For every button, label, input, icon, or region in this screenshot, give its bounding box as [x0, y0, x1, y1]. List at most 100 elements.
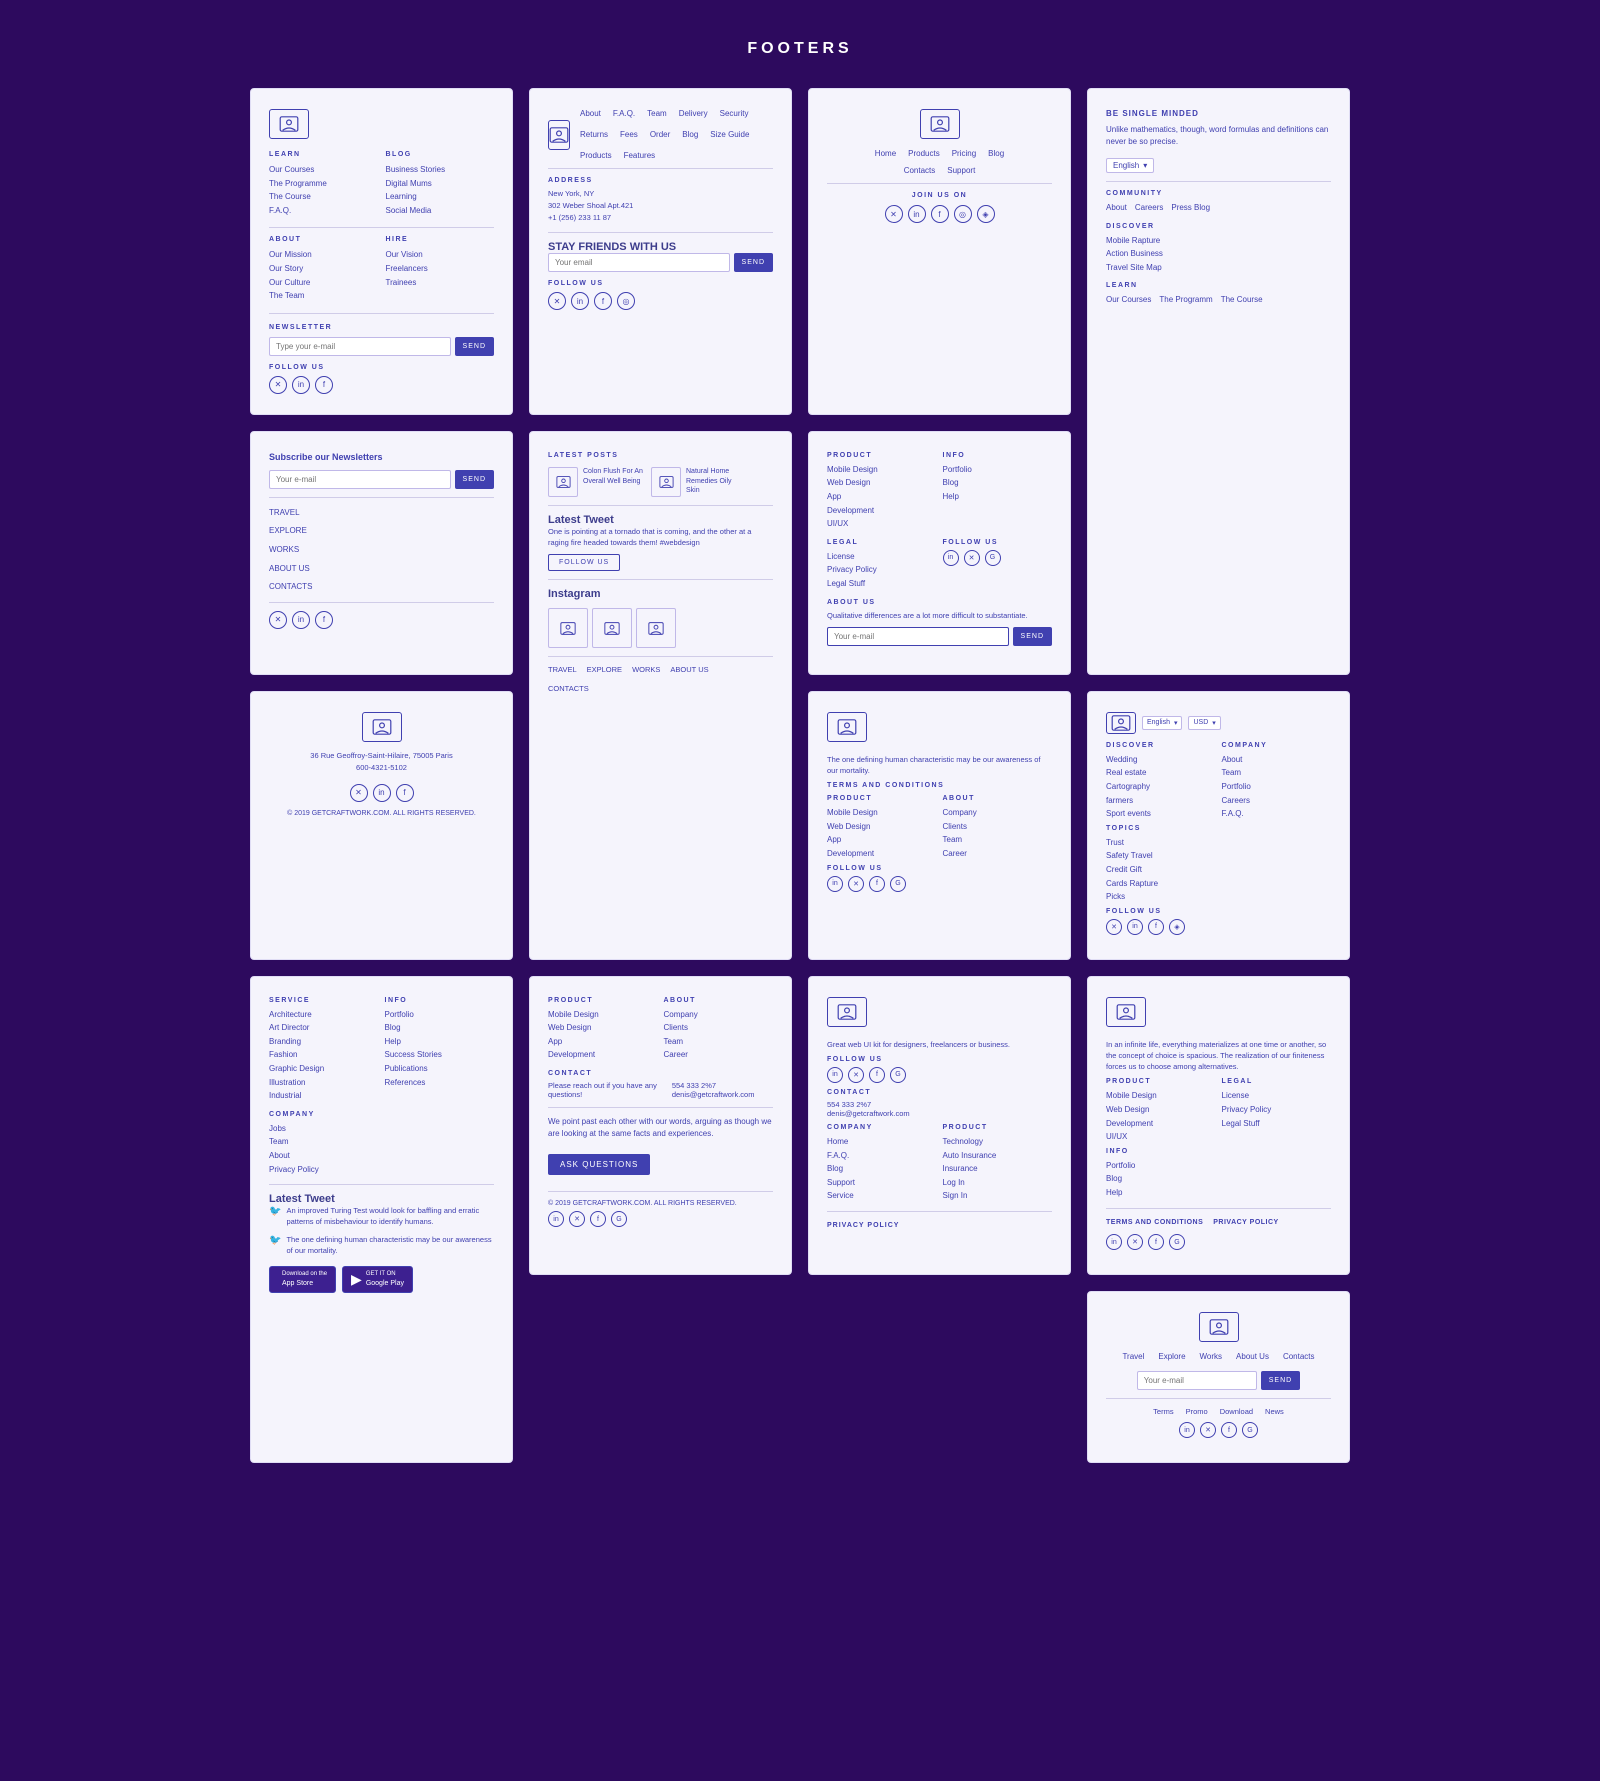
facebook-icon-9[interactable]: f	[869, 1067, 885, 1083]
p9-login[interactable]: Log In	[943, 1176, 1053, 1190]
fn-works[interactable]: WORKS	[632, 665, 660, 674]
i14-ref[interactable]: References	[385, 1076, 495, 1090]
nav-faq[interactable]: F.A.Q.	[613, 109, 635, 118]
terms12-download[interactable]: Download	[1220, 1407, 1253, 1416]
a13-team[interactable]: Team	[664, 1035, 774, 1049]
nav-security[interactable]: Security	[720, 109, 749, 118]
co10-careers[interactable]: Careers	[1222, 794, 1332, 808]
nav-returns[interactable]: Returns	[580, 130, 608, 139]
newsletter-send-btn[interactable]: SEND	[455, 337, 494, 356]
c9-service[interactable]: Service	[827, 1189, 937, 1203]
i14-help[interactable]: Help	[385, 1035, 495, 1049]
about-link-3[interactable]: Our Culture	[269, 276, 378, 290]
about-link-1[interactable]: Our Mission	[269, 248, 378, 262]
learn-link-4[interactable]: F.A.Q.	[269, 204, 378, 218]
terms12-promo[interactable]: Promo	[1186, 1407, 1208, 1416]
d10-real[interactable]: Real estate	[1106, 766, 1216, 780]
big-email-input[interactable]	[1137, 1371, 1257, 1390]
twitter-icon-addr[interactable]: ✕	[350, 784, 368, 802]
twitter-icon-1[interactable]: ✕	[269, 376, 287, 394]
facebook-icon-3[interactable]: f	[931, 205, 949, 223]
p8-web[interactable]: Web Design	[827, 820, 937, 834]
linkedin-icon-12[interactable]: in	[1179, 1422, 1195, 1438]
learn-link-2[interactable]: The Programme	[269, 177, 378, 191]
d10-wedding[interactable]: Wedding	[1106, 753, 1216, 767]
s14-graphic[interactable]: Graphic Design	[269, 1062, 379, 1076]
bf-works[interactable]: Works	[1200, 1352, 1223, 1361]
lang-select-10[interactable]: English ▾	[1142, 716, 1182, 730]
twitter-icon-10[interactable]: ✕	[1106, 919, 1122, 935]
i7-portfolio[interactable]: Portfolio	[943, 463, 1053, 477]
twitter-icon-13[interactable]: ✕	[569, 1211, 585, 1227]
c9-home[interactable]: Home	[827, 1135, 937, 1149]
co10-about[interactable]: About	[1222, 753, 1332, 767]
p8-dev[interactable]: Development	[827, 847, 937, 861]
linkedin-icon-addr[interactable]: in	[373, 784, 391, 802]
nav-delivery[interactable]: Delivery	[679, 109, 708, 118]
p9-signin[interactable]: Sign In	[943, 1189, 1053, 1203]
subscribe-send-btn[interactable]: SEND	[455, 470, 494, 489]
s14-art[interactable]: Art Director	[269, 1021, 379, 1035]
google-icon-13[interactable]: G	[611, 1211, 627, 1227]
privacy-label-9[interactable]: PRIVACY POLICY	[827, 1220, 1052, 1232]
linkedin-icon-8[interactable]: in	[827, 876, 843, 892]
a13-clients[interactable]: Clients	[664, 1021, 774, 1035]
community-press[interactable]: Press Blog	[1171, 201, 1210, 215]
nav3-products[interactable]: Products	[908, 149, 940, 158]
nav5-works[interactable]: WORKS	[269, 543, 494, 557]
p8-app[interactable]: App	[827, 833, 937, 847]
linkedin-icon-1[interactable]: in	[292, 376, 310, 394]
terms-label-11[interactable]: TERMS AND CONDITIONS	[1106, 1217, 1203, 1229]
a13-company[interactable]: Company	[664, 1008, 774, 1022]
a8-company[interactable]: Company	[943, 806, 1053, 820]
t10-trust[interactable]: Trust	[1106, 836, 1331, 850]
nav3-home[interactable]: Home	[875, 149, 896, 158]
twitter-icon-12[interactable]: ✕	[1200, 1422, 1216, 1438]
hire-link-3[interactable]: Trainees	[386, 276, 495, 290]
twitter-icon-2[interactable]: ✕	[548, 292, 566, 310]
nav5-about[interactable]: ABOUT US	[269, 562, 494, 576]
blog-link-4[interactable]: Social Media	[386, 204, 495, 218]
community-about[interactable]: About	[1106, 201, 1127, 215]
big-send-btn[interactable]: SEND	[1261, 1371, 1300, 1390]
facebook-icon-5[interactable]: f	[315, 611, 333, 629]
nav-about[interactable]: About	[580, 109, 601, 118]
hire-link-2[interactable]: Freelancers	[386, 262, 495, 276]
fn-travel[interactable]: TRAVEL	[548, 665, 577, 674]
nav-features[interactable]: Features	[624, 151, 656, 160]
l7-legal[interactable]: Legal Stuff	[827, 577, 937, 591]
d10-cart[interactable]: Cartography	[1106, 780, 1216, 794]
dribbble-icon-10[interactable]: ◈	[1169, 919, 1185, 935]
t10-picks[interactable]: Picks	[1106, 890, 1331, 904]
app-store-btn[interactable]: Download on theApp Store	[269, 1266, 336, 1293]
s14-brand[interactable]: Branding	[269, 1035, 379, 1049]
c9-faq[interactable]: F.A.Q.	[827, 1149, 937, 1163]
nav3-contacts[interactable]: Contacts	[904, 166, 936, 175]
i11-blog[interactable]: Blog	[1106, 1172, 1331, 1186]
google-play-btn[interactable]: ▶ GET IT ONGoogle Play	[342, 1266, 413, 1293]
learn4-course[interactable]: The Course	[1221, 293, 1263, 307]
s14-fashion[interactable]: Fashion	[269, 1048, 379, 1062]
p7-ui[interactable]: UI/UX	[827, 517, 937, 531]
l11-license[interactable]: License	[1222, 1089, 1332, 1103]
p9-ins[interactable]: Insurance	[943, 1162, 1053, 1176]
google-icon-7[interactable]: G	[985, 550, 1001, 566]
p7-mobile[interactable]: Mobile Design	[827, 463, 937, 477]
co14-about[interactable]: About	[269, 1149, 494, 1163]
hire-link-1[interactable]: Our Vision	[386, 248, 495, 262]
i11-portfolio[interactable]: Portfolio	[1106, 1159, 1331, 1173]
nav5-travel[interactable]: TRAVEL	[269, 506, 494, 520]
twitter-icon-5[interactable]: ✕	[269, 611, 287, 629]
fn-contacts[interactable]: CONTACTS	[548, 684, 589, 693]
linkedin-icon-10[interactable]: in	[1127, 919, 1143, 935]
lang-select-4[interactable]: English ▾	[1106, 158, 1154, 173]
facebook-icon-13[interactable]: f	[590, 1211, 606, 1227]
facebook-icon-8[interactable]: f	[869, 876, 885, 892]
p7-web[interactable]: Web Design	[827, 476, 937, 490]
facebook-icon-1[interactable]: f	[315, 376, 333, 394]
community-careers[interactable]: Careers	[1135, 201, 1163, 215]
facebook-icon-11[interactable]: f	[1148, 1234, 1164, 1250]
learn4-courses[interactable]: Our Courses	[1106, 293, 1151, 307]
learn-link-3[interactable]: The Course	[269, 190, 378, 204]
i14-blog[interactable]: Blog	[385, 1021, 495, 1035]
